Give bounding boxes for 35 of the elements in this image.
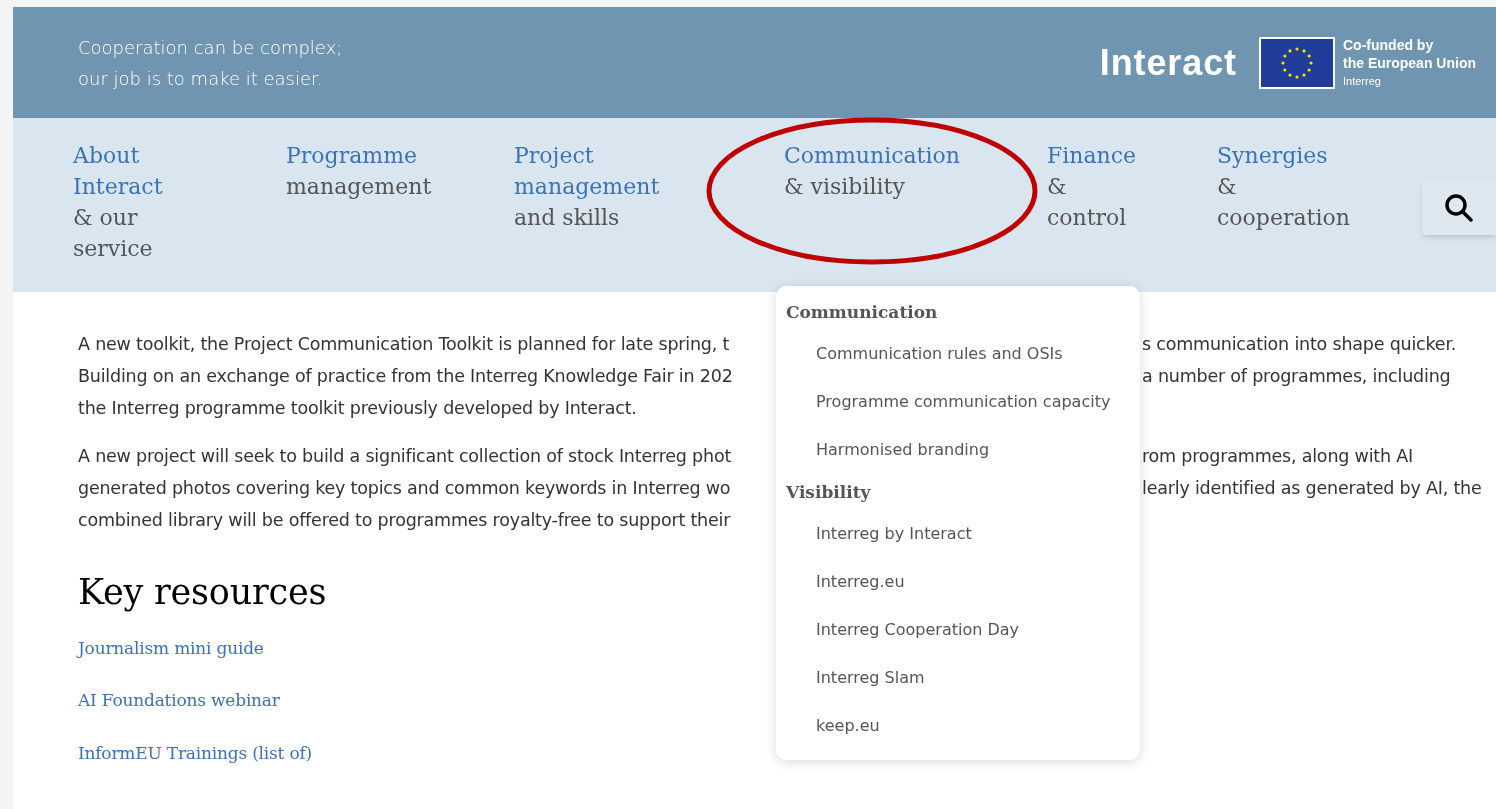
- body-text: the Interreg programme toolkit previously developed by Interact.: [78, 397, 637, 420]
- nav-link[interactable]: Finance & control: [1047, 140, 1137, 233]
- nav-link[interactable]: About Interact & our service: [73, 140, 163, 264]
- resource-link[interactable]: InformEU Trainings (list of): [78, 742, 312, 763]
- menu-item[interactable]: Interreg Slam: [816, 666, 925, 690]
- body-text: generated photos covering key topics and common keywords in Interreg wo: [78, 477, 731, 500]
- menu-item[interactable]: Interreg.eu: [816, 570, 905, 594]
- body-text: A new toolkit, the Project Communication Toolkit is planned for late spring, t: [78, 333, 730, 356]
- body-text: a number of programmes, including: [1142, 365, 1451, 388]
- interact-logo[interactable]: Interact: [1099, 35, 1237, 90]
- tagline-text: Cooperation can be complex;: [78, 35, 343, 60]
- menu-item[interactable]: Harmonised branding: [816, 438, 990, 462]
- eu-label: Co-funded by: [1343, 35, 1435, 54]
- menu-heading: Visibility: [786, 481, 872, 504]
- body-text: combined library will be offered to programmes royalty-free to support their: [78, 509, 731, 532]
- nav-link[interactable]: Programme management: [286, 140, 432, 202]
- body-text: Building on an exchange of practice from the Interreg Knowledge Fair in 202: [78, 365, 733, 388]
- resource-link[interactable]: AI Foundations webinar: [78, 690, 280, 710]
- nav-link[interactable]: Synergies & cooperation: [1217, 140, 1350, 233]
- eu-label: the European Union: [1343, 53, 1476, 72]
- menu-item[interactable]: Interreg by Interact: [816, 522, 972, 546]
- body-text: learly identified as generated by AI, the: [1142, 477, 1482, 500]
- menu-item[interactable]: keep.eu: [816, 714, 880, 738]
- body-text: rom programmes, along with AI: [1142, 445, 1413, 468]
- menu-item[interactable]: Communication rules and OSIs: [816, 342, 1063, 366]
- body-text: s communication into shape quicker.: [1142, 333, 1457, 356]
- body-text: A new project will seek to build a significant collection of stock Interreg phot: [78, 445, 732, 468]
- nav-link[interactable]: Project management and skills: [514, 140, 660, 233]
- menu-item[interactable]: Programme communication capacity: [816, 390, 1111, 414]
- menu-heading: Communication: [786, 301, 939, 324]
- eu-sub-label: Interreg: [1343, 74, 1381, 87]
- section-heading: Key resources: [78, 571, 327, 614]
- resource-link[interactable]: Journalism mini guide: [78, 637, 264, 658]
- tagline-text: our job is to make it easier.: [78, 66, 324, 91]
- menu-item[interactable]: Interreg Cooperation Day: [816, 618, 1020, 642]
